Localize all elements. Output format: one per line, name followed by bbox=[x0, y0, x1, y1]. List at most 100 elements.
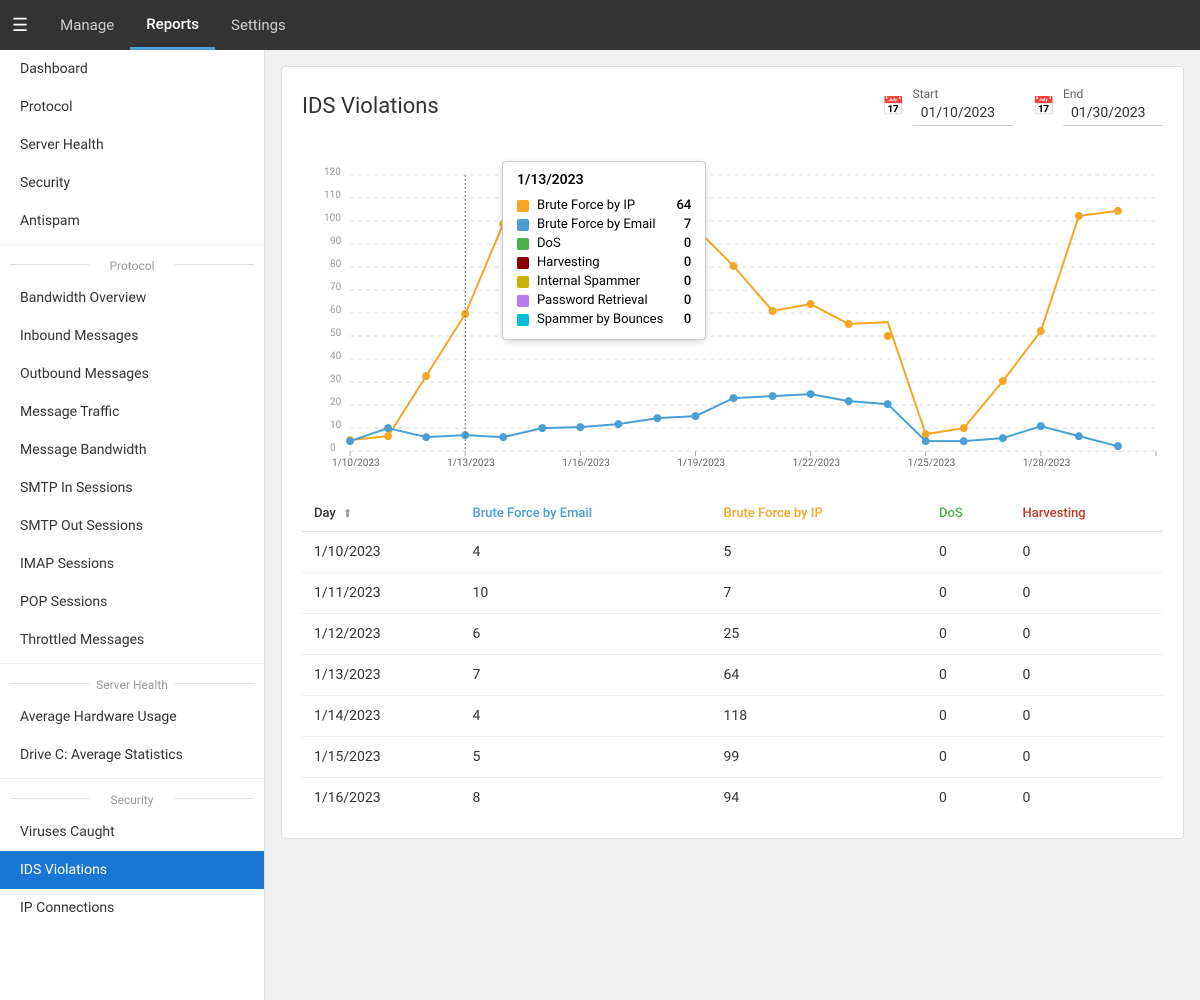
svg-text:10: 10 bbox=[330, 420, 342, 431]
tooltip-value: 0 bbox=[671, 255, 691, 270]
end-calendar-icon[interactable]: 📅 bbox=[1033, 96, 1055, 117]
sidebar-section-server-health: Server Health bbox=[0, 668, 264, 698]
cell-day: 1/11/2023 bbox=[302, 573, 460, 614]
card-header: IDS Violations 📅 Start 01/10/2023 📅 End bbox=[302, 87, 1163, 126]
svg-text:70: 70 bbox=[330, 282, 342, 293]
cell-email: 8 bbox=[460, 778, 711, 819]
sidebar-item-dashboard[interactable]: Dashboard bbox=[0, 50, 264, 88]
cell-dos: 0 bbox=[927, 573, 1010, 614]
sidebar-item-protocol[interactable]: Protocol bbox=[0, 88, 264, 126]
svg-text:50: 50 bbox=[330, 328, 342, 339]
cell-email: 4 bbox=[460, 532, 711, 573]
date-range: 📅 Start 01/10/2023 📅 End 01/30/2023 bbox=[882, 87, 1163, 126]
tooltip-row: DoS 0 bbox=[517, 234, 691, 253]
tooltip-row: Brute Force by IP 64 bbox=[517, 196, 691, 215]
svg-text:20: 20 bbox=[330, 397, 342, 408]
table-row: 1/16/2023 8 94 0 0 bbox=[302, 778, 1163, 819]
table-row: 1/11/2023 10 7 0 0 bbox=[302, 573, 1163, 614]
sidebar: DashboardProtocolServer HealthSecurityAn… bbox=[0, 50, 265, 1000]
sidebar-item-security[interactable]: Security bbox=[0, 164, 264, 202]
svg-text:1/22/2023: 1/22/2023 bbox=[793, 458, 841, 466]
svg-text:1/10/2023: 1/10/2023 bbox=[332, 458, 380, 466]
sidebar-item-bandwidth-overview[interactable]: Bandwidth Overview bbox=[0, 279, 264, 317]
tooltip-label: Password Retrieval bbox=[537, 293, 663, 308]
table-row: 1/14/2023 4 118 0 0 bbox=[302, 696, 1163, 737]
sidebar-item-ip-connections[interactable]: IP Connections bbox=[0, 889, 264, 927]
cell-day: 1/12/2023 bbox=[302, 614, 460, 655]
cell-ip: 7 bbox=[712, 573, 927, 614]
sidebar-item-viruses-caught[interactable]: Viruses Caught bbox=[0, 813, 264, 851]
col-header-day[interactable]: Day ⬆ bbox=[302, 496, 460, 532]
sidebar-item-pop-sessions[interactable]: POP Sessions bbox=[0, 583, 264, 621]
start-calendar-icon[interactable]: 📅 bbox=[882, 96, 904, 117]
tooltip-value: 0 bbox=[671, 312, 691, 327]
tooltip-row: Password Retrieval 0 bbox=[517, 291, 691, 310]
tooltip-row: Internal Spammer 0 bbox=[517, 272, 691, 291]
cell-dos: 0 bbox=[927, 614, 1010, 655]
sidebar-item-smtp-in-sessions[interactable]: SMTP In Sessions bbox=[0, 469, 264, 507]
cell-dos: 0 bbox=[927, 696, 1010, 737]
cell-harvesting: 0 bbox=[1010, 655, 1163, 696]
tooltip-value: 7 bbox=[671, 217, 691, 232]
end-date-label: End bbox=[1063, 87, 1163, 101]
tooltip-swatch bbox=[517, 295, 529, 307]
sidebar-item-server-health[interactable]: Server Health bbox=[0, 126, 264, 164]
tooltip-row: Brute Force by Email 7 bbox=[517, 215, 691, 234]
content-card: IDS Violations 📅 Start 01/10/2023 📅 End bbox=[281, 66, 1184, 839]
svg-text:30: 30 bbox=[330, 374, 342, 385]
sidebar-item-antispam[interactable]: Antispam bbox=[0, 202, 264, 240]
cell-ip: 118 bbox=[712, 696, 927, 737]
top-nav: ☰ Manage Reports Settings bbox=[0, 0, 1200, 50]
sidebar-section-security: Security bbox=[0, 783, 264, 813]
svg-text:40: 40 bbox=[330, 351, 342, 362]
table-row: 1/10/2023 4 5 0 0 bbox=[302, 532, 1163, 573]
cell-day: 1/16/2023 bbox=[302, 778, 460, 819]
start-date-label: Start bbox=[913, 87, 1013, 101]
end-date-field: 📅 End 01/30/2023 bbox=[1033, 87, 1163, 126]
sidebar-item-inbound-messages[interactable]: Inbound Messages bbox=[0, 317, 264, 355]
cell-dos: 0 bbox=[927, 737, 1010, 778]
sidebar-item-smtp-out-sessions[interactable]: SMTP Out Sessions bbox=[0, 507, 264, 545]
cell-day: 1/14/2023 bbox=[302, 696, 460, 737]
col-header-email: Brute Force by Email bbox=[460, 496, 711, 532]
tooltip-label: Internal Spammer bbox=[537, 274, 663, 289]
sidebar-item-imap-sessions[interactable]: IMAP Sessions bbox=[0, 545, 264, 583]
sidebar-item-message-traffic[interactable]: Message Traffic bbox=[0, 393, 264, 431]
svg-text:1/28/2023: 1/28/2023 bbox=[1023, 458, 1071, 466]
nav-manage[interactable]: Manage bbox=[44, 0, 130, 50]
cell-harvesting: 0 bbox=[1010, 778, 1163, 819]
svg-text:1/16/2023: 1/16/2023 bbox=[562, 458, 610, 466]
cell-email: 6 bbox=[460, 614, 711, 655]
svg-text:60: 60 bbox=[330, 305, 342, 316]
tooltip-swatch bbox=[517, 200, 529, 212]
svg-text:80: 80 bbox=[330, 259, 342, 270]
nav-settings[interactable]: Settings bbox=[215, 0, 302, 50]
sidebar-item-outbound-messages[interactable]: Outbound Messages bbox=[0, 355, 264, 393]
sidebar-item-avg-hardware[interactable]: Average Hardware Usage bbox=[0, 698, 264, 736]
tooltip-value: 0 bbox=[671, 274, 691, 289]
cell-day: 1/10/2023 bbox=[302, 532, 460, 573]
cell-dos: 0 bbox=[927, 532, 1010, 573]
hamburger-icon[interactable]: ☰ bbox=[12, 15, 28, 36]
sidebar-item-throttled-messages[interactable]: Throttled Messages bbox=[0, 621, 264, 659]
table-row: 1/12/2023 6 25 0 0 bbox=[302, 614, 1163, 655]
svg-text:1/25/2023: 1/25/2023 bbox=[908, 458, 956, 466]
cell-ip: 5 bbox=[712, 532, 927, 573]
table-row: 1/13/2023 7 64 0 0 bbox=[302, 655, 1163, 696]
tooltip-value: 0 bbox=[671, 293, 691, 308]
cell-harvesting: 0 bbox=[1010, 573, 1163, 614]
sidebar-section-protocol: Protocol bbox=[0, 249, 264, 279]
tooltip-row: Harvesting 0 bbox=[517, 253, 691, 272]
cell-ip: 94 bbox=[712, 778, 927, 819]
sidebar-item-ids-violations[interactable]: IDS Violations bbox=[0, 851, 264, 889]
start-date-value[interactable]: 01/10/2023 bbox=[913, 101, 1013, 126]
sidebar-item-drive-c[interactable]: Drive C: Average Statistics bbox=[0, 736, 264, 774]
tooltip-swatch bbox=[517, 238, 529, 250]
end-date-value[interactable]: 01/30/2023 bbox=[1063, 101, 1163, 126]
cell-day: 1/13/2023 bbox=[302, 655, 460, 696]
chart-svg: 0 10 20 30 40 50 60 70 80 90 100 110 120 bbox=[302, 146, 1163, 466]
tooltip-row: Spammer by Bounces 0 bbox=[517, 310, 691, 329]
sidebar-item-message-bandwidth[interactable]: Message Bandwidth bbox=[0, 431, 264, 469]
table-row: 1/15/2023 5 99 0 0 bbox=[302, 737, 1163, 778]
nav-reports[interactable]: Reports bbox=[130, 0, 215, 50]
